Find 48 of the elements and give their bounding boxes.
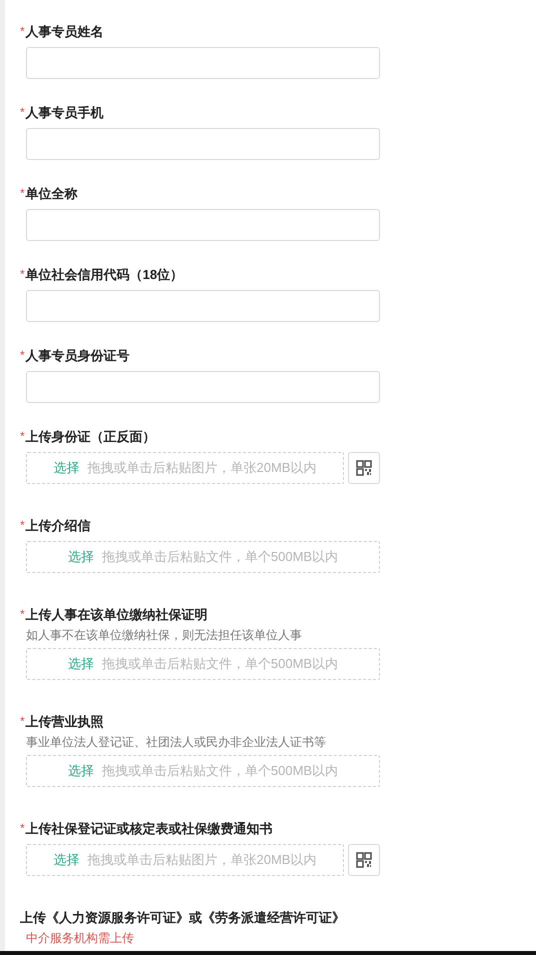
upload-dropzone[interactable]: 选择 拖拽或单击后粘贴文件，单个500MB以内 <box>26 755 380 787</box>
field-label: 单位全称 <box>26 185 78 204</box>
field-label: 单位社会信用代码（18位） <box>26 266 184 284</box>
qr-code-icon <box>356 852 372 868</box>
upload-dropzone[interactable]: 选择 拖拽或单击后粘贴图片，单张20MB以内 <box>26 452 344 484</box>
required-mark: * <box>20 713 25 730</box>
field-hint: 如人事不在该单位缴纳社保，则无法担任该单位人事 <box>26 627 303 643</box>
field-label: 人事专员身份证号 <box>26 347 130 366</box>
select-link[interactable]: 选择 <box>68 761 94 781</box>
required-mark: * <box>20 185 25 202</box>
input-field[interactable] <box>26 209 380 241</box>
input-field[interactable] <box>26 290 380 322</box>
field-label: 上传介绍信 <box>26 517 91 536</box>
input-field[interactable] <box>26 371 380 403</box>
required-mark: * <box>20 428 25 445</box>
upload-hint: 拖拽或单击后粘贴图片，单张20MB以内 <box>88 459 316 478</box>
select-link[interactable]: 选择 <box>54 850 80 870</box>
required-mark: * <box>20 104 25 121</box>
required-mark: * <box>20 23 25 40</box>
required-mark: * <box>20 517 25 534</box>
field-label: 上传《人力资源服务许可证》或《劳务派遣经营许可证》 <box>20 909 345 928</box>
field-label: 上传社保登记证或核定表或社保缴费通知书 <box>26 820 273 838</box>
upload-hint: 拖拽或单击后粘贴文件，单个500MB以内 <box>102 762 338 780</box>
required-mark: * <box>20 347 25 364</box>
upload-hint: 拖拽或单击后粘贴文件，单个500MB以内 <box>102 548 338 566</box>
field-notice: 中介服务机构需上传 <box>26 930 135 946</box>
field-label: 上传身份证（正反面） <box>26 428 156 446</box>
required-mark: * <box>20 266 25 283</box>
input-field[interactable] <box>26 128 380 160</box>
qr-code-icon <box>356 460 372 476</box>
qr-code-button[interactable] <box>348 452 380 484</box>
select-link[interactable]: 选择 <box>68 547 94 567</box>
field-label: 上传营业执照 <box>26 713 104 732</box>
upload-dropzone[interactable]: 选择 拖拽或单击后粘贴文件，单个500MB以内 <box>26 541 380 573</box>
field-label: 上传人事在该单位缴纳社保证明 <box>26 606 208 624</box>
upload-hint: 拖拽或单击后粘贴文件，单个500MB以内 <box>102 655 338 674</box>
field-hint: 事业单位法人登记证、社团法人或民办非企业法人证书等 <box>26 734 327 750</box>
required-mark: * <box>20 606 25 623</box>
select-link[interactable]: 选择 <box>68 654 94 674</box>
select-link[interactable]: 选择 <box>54 458 80 478</box>
qr-code-button[interactable] <box>348 844 380 876</box>
upload-dropzone[interactable]: 选择 拖拽或单击后粘贴文件，单个500MB以内 <box>26 648 380 680</box>
field-label: 人事专员姓名 <box>26 23 104 42</box>
input-field[interactable] <box>26 47 380 79</box>
upload-dropzone[interactable]: 选择 拖拽或单击后粘贴图片，单张20MB以内 <box>26 844 344 876</box>
required-mark: * <box>20 820 25 837</box>
upload-hint: 拖拽或单击后粘贴图片，单张20MB以内 <box>88 851 316 870</box>
field-label: 人事专员手机 <box>26 104 104 122</box>
